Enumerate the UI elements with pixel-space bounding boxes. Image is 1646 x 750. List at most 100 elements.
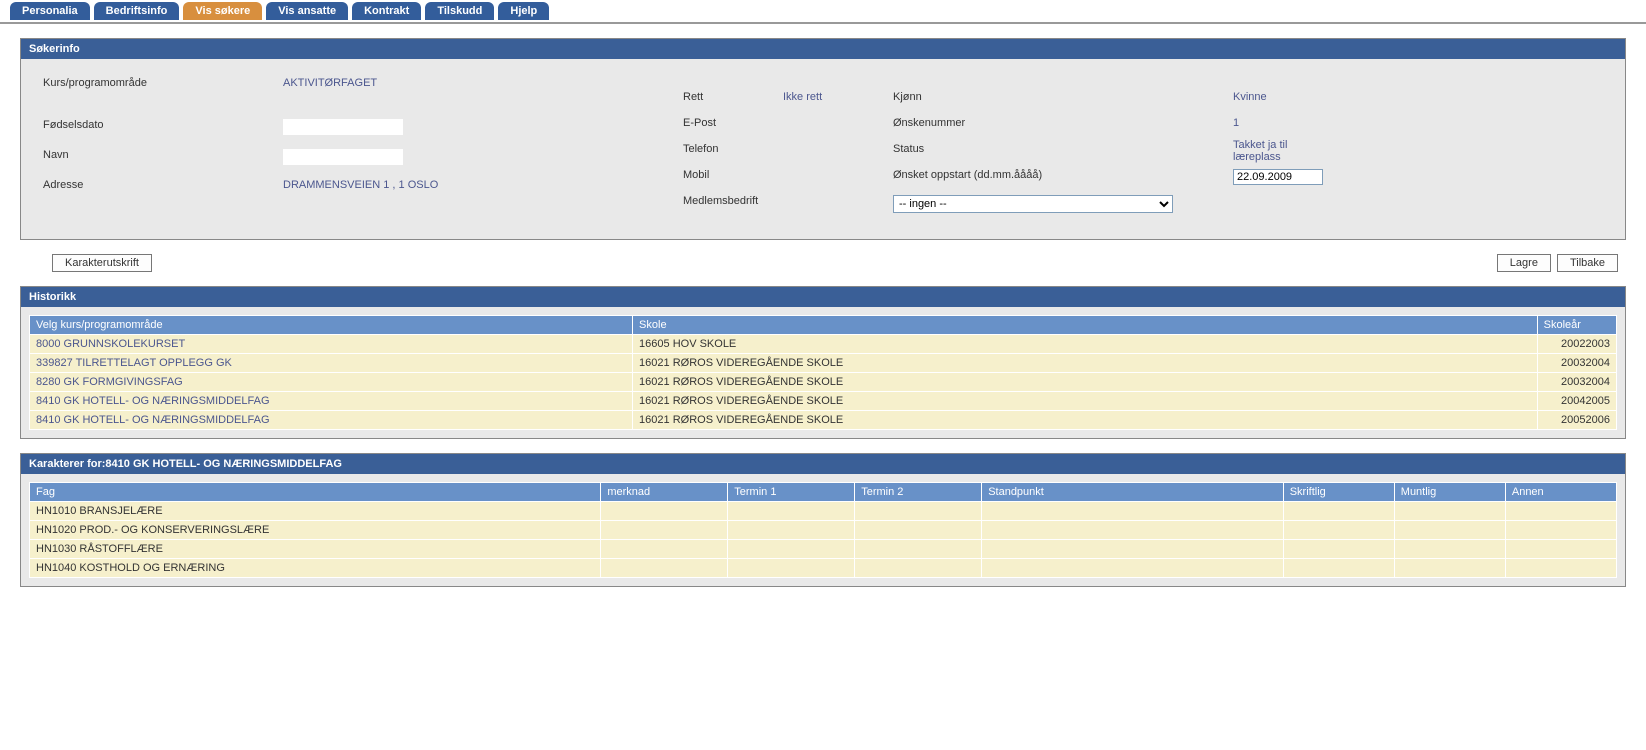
- muntlig-cell: [1394, 521, 1505, 540]
- tab-tilskudd[interactable]: Tilskudd: [425, 2, 494, 20]
- skole-cell: 16021 RØROS VIDEREGÅENDE SKOLE: [633, 392, 1538, 411]
- muntlig-cell: [1394, 559, 1505, 578]
- tilbake-button[interactable]: Tilbake: [1557, 254, 1618, 272]
- medlemsbedrift-select[interactable]: -- ingen --: [893, 195, 1173, 213]
- merknad-cell: [601, 521, 728, 540]
- kurs-link[interactable]: 339827 TILRETTELAGT OPPLEGG GK: [30, 354, 633, 373]
- fag-cell: HN1010 BRANSJELÆRE: [30, 502, 601, 521]
- annen-cell: [1505, 540, 1616, 559]
- standpunkt-cell: [982, 502, 1284, 521]
- kurs-link[interactable]: 8410 GK HOTELL- OG NÆRINGSMIDDELFAG: [30, 392, 633, 411]
- tab-vis-ansatte[interactable]: Vis ansatte: [266, 2, 348, 20]
- sokerinfo-header: Søkerinfo: [21, 39, 1625, 59]
- adresse-value: DRAMMENSVEIEN 1 , 1 OSLO: [283, 179, 438, 191]
- table-row: 8410 GK HOTELL- OG NÆRINGSMIDDELFAG16021…: [30, 411, 1617, 430]
- skole-cell: 16021 RØROS VIDEREGÅENDE SKOLE: [633, 373, 1538, 392]
- col-annen: Annen: [1505, 483, 1616, 502]
- termin2-cell: [855, 502, 982, 521]
- annen-cell: [1505, 502, 1616, 521]
- col-skole: Skole: [633, 316, 1538, 335]
- skriftlig-cell: [1283, 559, 1394, 578]
- status-value: Takket ja til læreplass: [1233, 139, 1323, 163]
- fag-cell: HN1040 KOSTHOLD OG ERNÆRING: [30, 559, 601, 578]
- fag-cell: HN1020 PROD.- OG KONSERVERINGSLÆRE: [30, 521, 601, 540]
- tab-bedriftsinfo[interactable]: Bedriftsinfo: [94, 2, 180, 20]
- kurs-link[interactable]: 8280 GK FORMGIVINGSFAG: [30, 373, 633, 392]
- aar-cell: 20042005: [1537, 392, 1616, 411]
- fdato-value: [283, 119, 403, 135]
- merknad-cell: [601, 559, 728, 578]
- col-t1: Termin 1: [728, 483, 855, 502]
- rett-label: Rett: [683, 91, 783, 103]
- status-label: Status: [893, 143, 1093, 155]
- kurs-label: Kurs/programområde: [43, 77, 283, 89]
- aar-cell: 20022003: [1537, 335, 1616, 354]
- skole-cell: 16605 HOV SKOLE: [633, 335, 1538, 354]
- table-row: 339827 TILRETTELAGT OPPLEGG GK16021 RØRO…: [30, 354, 1617, 373]
- tab-kontrakt[interactable]: Kontrakt: [352, 2, 421, 20]
- termin2-cell: [855, 521, 982, 540]
- tab-vis-søkere[interactable]: Vis søkere: [183, 2, 262, 20]
- historikk-table: Velg kurs/programområde Skole Skoleår 80…: [29, 315, 1617, 430]
- skriftlig-cell: [1283, 502, 1394, 521]
- karakterer-header: Karakterer for:8410 GK HOTELL- OG NÆRING…: [21, 454, 1625, 474]
- kurs-link[interactable]: 8000 GRUNNSKOLEKURSET: [30, 335, 633, 354]
- table-row: HN1040 KOSTHOLD OG ERNÆRING: [30, 559, 1617, 578]
- navn-value: [283, 149, 403, 165]
- kjonn-value: Kvinne: [1233, 91, 1603, 103]
- main-tabs: PersonaliaBedriftsinfoVis søkereVis ansa…: [0, 0, 1646, 24]
- col-stand: Standpunkt: [982, 483, 1284, 502]
- termin1-cell: [728, 559, 855, 578]
- standpunkt-cell: [982, 521, 1284, 540]
- col-kurs: Velg kurs/programområde: [30, 316, 633, 335]
- termin1-cell: [728, 540, 855, 559]
- button-row: Karakterutskrift Lagre Tilbake: [20, 254, 1626, 272]
- table-row: 8000 GRUNNSKOLEKURSET16605 HOV SKOLE2002…: [30, 335, 1617, 354]
- skole-cell: 16021 RØROS VIDEREGÅENDE SKOLE: [633, 354, 1538, 373]
- medlemsbedrift-label: Medlemsbedrift: [683, 195, 783, 207]
- table-row: 8410 GK HOTELL- OG NÆRINGSMIDDELFAG16021…: [30, 392, 1617, 411]
- onskenr-label: Ønskenummer: [893, 117, 1093, 129]
- fdato-label: Fødselsdato: [43, 119, 283, 135]
- muntlig-cell: [1394, 502, 1505, 521]
- fag-cell: HN1030 RÅSTOFFLÆRE: [30, 540, 601, 559]
- karakterutskrift-button[interactable]: Karakterutskrift: [52, 254, 152, 272]
- col-munt: Muntlig: [1394, 483, 1505, 502]
- col-t2: Termin 2: [855, 483, 982, 502]
- annen-cell: [1505, 559, 1616, 578]
- skriftlig-cell: [1283, 540, 1394, 559]
- onskenr-value: 1: [1233, 117, 1603, 129]
- telefon-label: Telefon: [683, 143, 783, 155]
- karakterer-table: Fag merknad Termin 1 Termin 2 Standpunkt…: [29, 482, 1617, 578]
- kurs-link[interactable]: 8410 GK HOTELL- OG NÆRINGSMIDDELFAG: [30, 411, 633, 430]
- oppstart-input[interactable]: [1233, 169, 1323, 185]
- historikk-panel: Historikk Velg kurs/programområde Skole …: [20, 286, 1626, 439]
- standpunkt-cell: [982, 559, 1284, 578]
- tab-personalia[interactable]: Personalia: [10, 2, 90, 20]
- historikk-header: Historikk: [21, 287, 1625, 307]
- table-row: HN1010 BRANSJELÆRE: [30, 502, 1617, 521]
- col-merknad: merknad: [601, 483, 728, 502]
- skole-cell: 16021 RØROS VIDEREGÅENDE SKOLE: [633, 411, 1538, 430]
- aar-cell: 20032004: [1537, 354, 1616, 373]
- skriftlig-cell: [1283, 521, 1394, 540]
- table-row: 8280 GK FORMGIVINGSFAG16021 RØROS VIDERE…: [30, 373, 1617, 392]
- navn-label: Navn: [43, 149, 283, 165]
- annen-cell: [1505, 521, 1616, 540]
- adresse-label: Adresse: [43, 179, 283, 191]
- karakterer-panel: Karakterer for:8410 GK HOTELL- OG NÆRING…: [20, 453, 1626, 587]
- col-fag: Fag: [30, 483, 601, 502]
- sokerinfo-panel: Søkerinfo Kurs/programområde AKTIVITØRFA…: [20, 38, 1626, 240]
- termin1-cell: [728, 502, 855, 521]
- merknad-cell: [601, 540, 728, 559]
- table-row: HN1030 RÅSTOFFLÆRE: [30, 540, 1617, 559]
- col-skrift: Skriftlig: [1283, 483, 1394, 502]
- termin1-cell: [728, 521, 855, 540]
- kurs-value: AKTIVITØRFAGET: [283, 77, 377, 89]
- kjonn-label: Kjønn: [893, 91, 1093, 103]
- aar-cell: 20052006: [1537, 411, 1616, 430]
- tab-hjelp[interactable]: Hjelp: [498, 2, 549, 20]
- lagre-button[interactable]: Lagre: [1497, 254, 1551, 272]
- termin2-cell: [855, 559, 982, 578]
- col-aar: Skoleår: [1537, 316, 1616, 335]
